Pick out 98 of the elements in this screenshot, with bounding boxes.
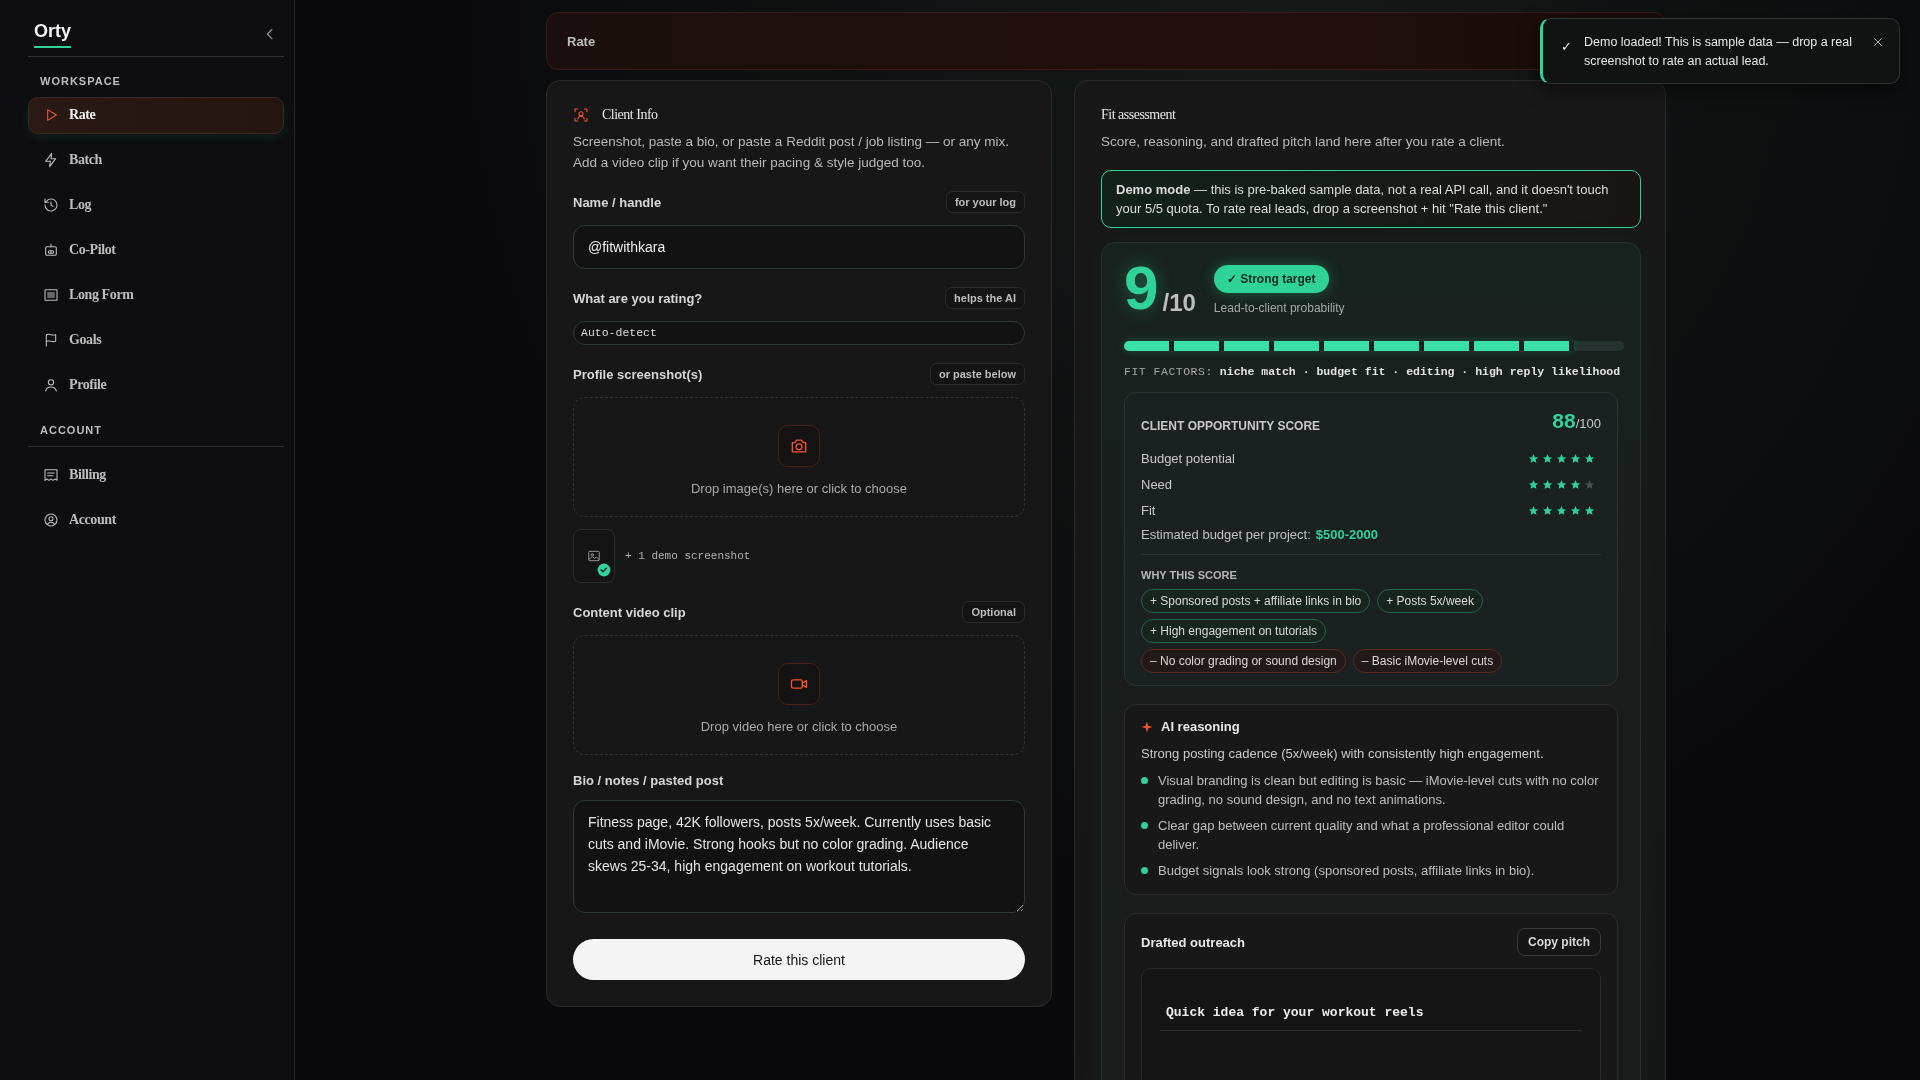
- page-title: Rate: [567, 33, 596, 49]
- rate-client-button[interactable]: Rate this client: [573, 939, 1025, 980]
- star-icon: [1528, 478, 1539, 490]
- hint-tag: for your log: [945, 191, 1025, 213]
- panel-title: Fit assessment: [1101, 107, 1177, 123]
- image-icon: [587, 549, 601, 563]
- star-icon: [1556, 504, 1567, 516]
- card-heading: Drafted outreach: [1141, 934, 1246, 950]
- section-heading: ACCOUNT: [28, 411, 284, 447]
- flag-icon: [43, 332, 59, 349]
- drop-hint: Drop video here or click to choose: [700, 718, 898, 734]
- video-drop-zone[interactable]: Drop video here or click to choose: [573, 635, 1025, 755]
- hint-tag: helps the AI: [945, 287, 1025, 309]
- score-value: 9: [1124, 257, 1159, 319]
- rating-select[interactable]: Auto-detect: [573, 321, 1025, 345]
- star-icon: [1528, 504, 1539, 516]
- sparkle-icon: [1141, 720, 1153, 733]
- reason-tag: + Posts 5x/week: [1377, 589, 1483, 613]
- screenshot-thumbnail[interactable]: [573, 529, 615, 583]
- panel-title: Client Info: [602, 107, 658, 123]
- nav-item[interactable]: Long Form: [28, 276, 284, 314]
- pitch-subject: Quick idea for your workout reels: [1160, 1005, 1582, 1031]
- robot-icon: [43, 242, 59, 259]
- hint-tag: or paste below: [929, 363, 1025, 385]
- nav-item[interactable]: Co-Pilot: [28, 231, 284, 269]
- nav-item[interactable]: Account: [28, 501, 284, 539]
- bullet-icon: [1141, 777, 1148, 784]
- star-icon: [1556, 452, 1567, 464]
- hint-tag: Optional: [962, 601, 1025, 623]
- nav-item[interactable]: Goals: [28, 321, 284, 359]
- reasoning-point: Clear gap between current quality and what a professional editor could deliver.: [1158, 817, 1566, 854]
- nav-item[interactable]: Log: [28, 186, 284, 224]
- star-icon: [1542, 478, 1553, 490]
- star-icon: [1584, 504, 1595, 516]
- check-icon: ✓: [1561, 39, 1572, 54]
- rating-label: Need: [1141, 476, 1173, 492]
- section-heading: WHY THIS SCORE: [1141, 569, 1238, 581]
- panel-description: Screenshot, paste a bio, or paste a Reddit post / job listing — or any mix. Add a video clip if you want their pacing & style judged too.: [573, 133, 1010, 172]
- score-scale: /10: [1162, 289, 1196, 318]
- field-label: Bio / notes / pasted post: [573, 773, 724, 788]
- nav-item[interactable]: Billing: [28, 456, 284, 494]
- app-logo[interactable]: Orty: [34, 22, 71, 48]
- bullet-icon: [1141, 867, 1148, 874]
- star-icon: [1570, 478, 1581, 490]
- star-icon: [1542, 504, 1553, 516]
- star-icon: [1528, 452, 1539, 464]
- budget-label: Estimated budget per project:: [1141, 527, 1311, 542]
- toast-message: Demo loaded! This is sample data — drop a real screenshot to rate an actual lead.: [1584, 34, 1853, 70]
- panel-description: Score, reasoning, and drafted pitch land here after you rate a client.: [1101, 133, 1506, 151]
- nav-item[interactable]: Profile: [28, 366, 284, 404]
- account-icon: [43, 512, 59, 529]
- image-drop-zone[interactable]: Drop image(s) here or click to choose: [573, 397, 1025, 517]
- reason-tag: + High engagement on tutorials: [1141, 619, 1327, 643]
- budget-value: $500-2000: [1315, 527, 1378, 542]
- score-caption: Lead-to-client probability: [1213, 301, 1345, 315]
- check-badge-icon: [597, 563, 611, 577]
- opportunity-scale: /100: [1575, 416, 1601, 431]
- card-heading: AI reasoning: [1161, 719, 1240, 734]
- star-icon: [1584, 478, 1595, 490]
- scan-person-icon: [573, 107, 589, 123]
- star-icon: [1542, 452, 1553, 464]
- lightning-icon: [43, 152, 59, 169]
- card-heading: CLIENT OPPORTUNITY SCORE: [1141, 419, 1321, 433]
- bio-field[interactable]: Fitness page, 42K followers, posts 5x/week. Currently uses basic cuts and iMovie. Strong hooks but no color grading. Audience skews 25-34, high engagement on workout tutorials.: [573, 800, 1025, 913]
- reasoning-point: Budget signals look strong (sponsored posts, affiliate links in bio).: [1158, 862, 1535, 880]
- strong-target-badge: ✓ Strong target: [1213, 265, 1329, 293]
- star-icon: [1556, 478, 1567, 490]
- fit-factors: niche match · budget fit · editing · high reply likelihood: [1219, 365, 1621, 378]
- copy-pitch-button[interactable]: Copy pitch: [1517, 928, 1601, 956]
- field-label: Name / handle: [573, 194, 662, 210]
- fit-factors-label: FIT FACTORS:: [1124, 365, 1213, 378]
- reasoning-point: Visual branding is clean but editing is basic — iMovie-level cuts with no color grading, no sound design, and no text animations.: [1158, 772, 1600, 809]
- reason-tag: – No color grading or sound design: [1141, 649, 1346, 673]
- star-icon: [1584, 452, 1595, 464]
- history-icon: [43, 197, 59, 214]
- bullet-icon: [1141, 822, 1148, 829]
- nav-item[interactable]: Batch: [28, 141, 284, 179]
- reasoning-summary: Strong posting cadence (5x/week) with consistently high engagement.: [1141, 746, 1545, 761]
- user-icon: [43, 377, 59, 394]
- rating-label: Budget potential: [1141, 450, 1235, 466]
- reason-tag: + Sponsored posts + affiliate links in bio: [1141, 589, 1371, 613]
- field-label: Content video clip: [573, 604, 686, 620]
- demo-mode-notice: Demo mode — this is pre-baked sample data, not a real API call, and it doesn't touch your 5/5 quota. To rate real leads, drop a screenshot + hit "Rate this client.": [1101, 170, 1641, 228]
- star-icon: [1570, 504, 1581, 516]
- nav-item[interactable]: Rate: [28, 96, 284, 134]
- attachment-label: + 1 demo screenshot: [625, 550, 751, 562]
- opportunity-score: 88: [1552, 409, 1576, 433]
- field-label: Profile screenshot(s): [573, 366, 703, 382]
- reason-tag: – Basic iMovie-level cuts: [1352, 649, 1503, 673]
- rating-label: Fit: [1141, 502, 1156, 518]
- star-icon: [1570, 452, 1581, 464]
- close-icon[interactable]: [1871, 35, 1885, 49]
- field-label: What are you rating?: [573, 290, 703, 306]
- handle-field[interactable]: @fitwithkara: [573, 225, 1025, 269]
- receipt-icon: [43, 467, 59, 484]
- document-icon: [43, 287, 59, 304]
- section-heading: WORKSPACE: [39, 73, 122, 89]
- drop-hint: Drop image(s) here or click to choose: [691, 480, 907, 496]
